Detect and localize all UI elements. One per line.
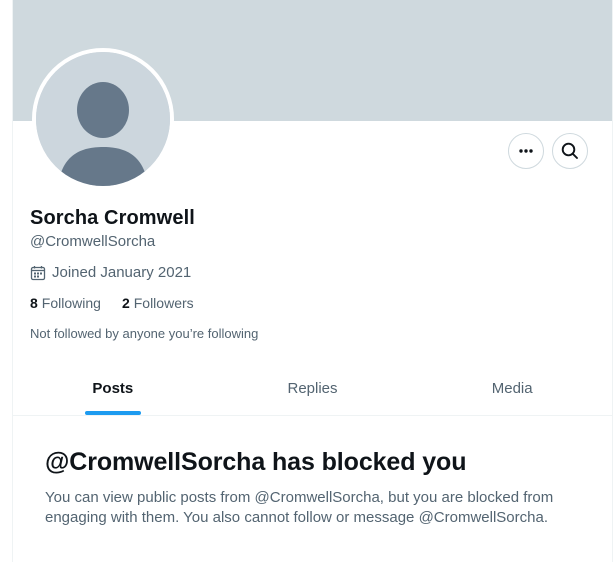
followers-count: 2 — [121, 295, 130, 311]
profile-page: Sorcha Cromwell @CromwellSorcha Joined J… — [12, 0, 613, 562]
profile-handle: @CromwellSorcha — [30, 233, 156, 250]
blocked-message: You can view public posts from @Cromwell… — [45, 489, 554, 526]
followers-label: Followers — [133, 295, 194, 311]
profile-name: Sorcha Cromwell — [30, 207, 195, 229]
more-options-button[interactable] — [508, 133, 544, 169]
tab-media-label: Media — [491, 380, 533, 397]
not-followed-note: Not followed by anyone you’re following — [30, 326, 259, 341]
avatar[interactable] — [32, 48, 174, 190]
following-label: Following — [41, 295, 101, 311]
active-tab-indicator — [84, 411, 141, 415]
search-icon — [561, 142, 578, 159]
more-horizontal-icon — [519, 149, 533, 153]
tab-replies-label: Replies — [287, 380, 338, 397]
tab-replies[interactable]: Replies — [213, 364, 413, 415]
calendar-icon — [30, 265, 46, 281]
default-avatar-icon — [36, 52, 170, 186]
tab-posts[interactable]: Posts — [13, 364, 213, 415]
search-profile-button[interactable] — [552, 133, 588, 169]
following-count: 8 — [30, 295, 38, 311]
tab-media[interactable]: Media — [412, 364, 612, 415]
tab-posts-label: Posts — [92, 380, 134, 397]
following-link[interactable]: 8 Following — [30, 295, 101, 311]
joined-label: Joined January 2021 — [52, 264, 192, 281]
profile-tabs: Posts Replies Media — [13, 364, 612, 416]
follow-counts: 8 Following 2 Followers — [30, 295, 215, 311]
blocked-title: @CromwellSorcha has blocked you — [45, 448, 467, 476]
followers-link[interactable]: 2 Followers — [122, 295, 194, 311]
joined-date: Joined January 2021 — [30, 264, 191, 281]
